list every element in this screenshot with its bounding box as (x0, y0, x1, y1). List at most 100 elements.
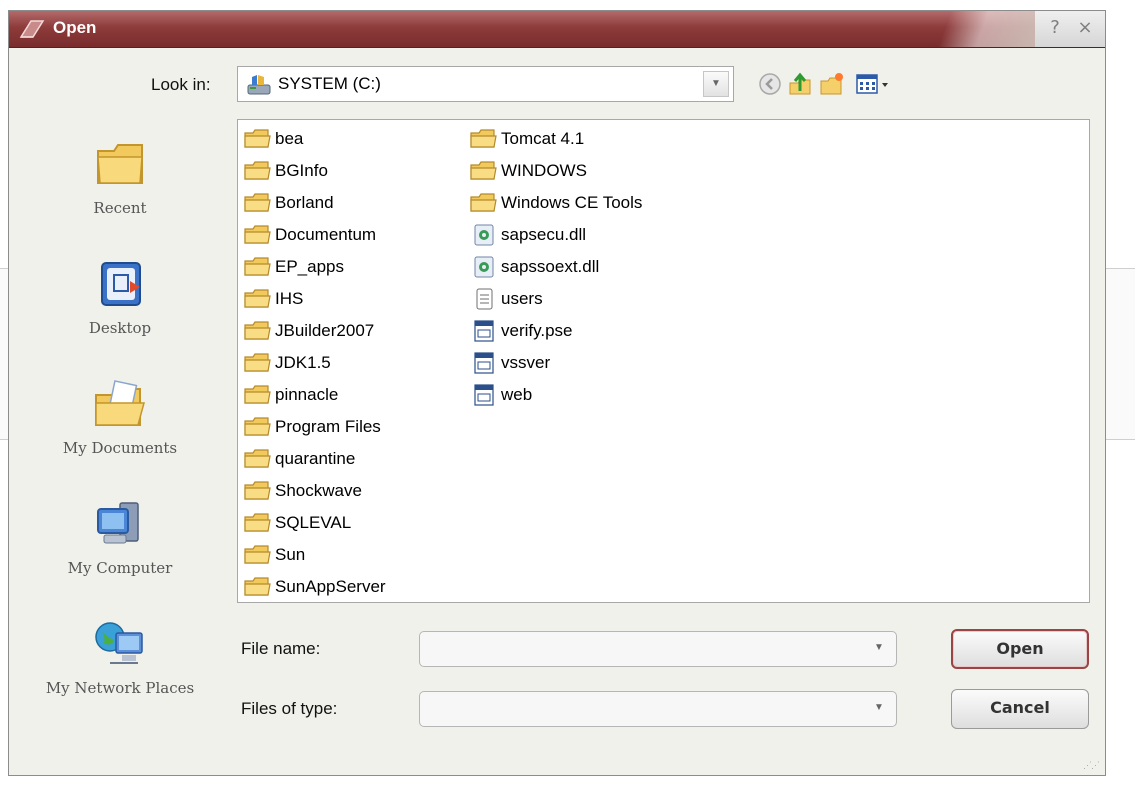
item-label: Borland (275, 193, 334, 212)
item-label: JDK1.5 (275, 353, 331, 372)
folder-item[interactable]: Program Files (244, 414, 381, 440)
app-icon (19, 20, 45, 38)
view-menu-icon[interactable] (855, 71, 893, 97)
dropdown-arrow-icon[interactable]: ▼ (866, 696, 892, 722)
folder-item[interactable]: Borland (244, 190, 334, 216)
desktop-icon (101, 262, 141, 306)
folder-item[interactable]: IHS (244, 286, 303, 312)
new-folder-icon[interactable] (819, 71, 845, 97)
place-recent[interactable]: Recent (25, 137, 215, 219)
item-label: sapssoext.dll (501, 257, 600, 276)
title-bar[interactable]: Open ? × (9, 11, 1105, 48)
folder-icon (470, 161, 497, 180)
file-item[interactable]: vssver (470, 350, 550, 376)
folder-item[interactable]: quarantine (244, 446, 355, 472)
folder-item[interactable]: JDK1.5 (244, 350, 331, 376)
close-button[interactable]: × (1075, 18, 1095, 38)
item-label: JBuilder2007 (275, 321, 375, 340)
drive-icon (247, 75, 271, 95)
item-label: vssver (501, 353, 551, 372)
file-item[interactable]: web (470, 382, 532, 408)
dll-file-icon (474, 256, 494, 278)
file-name-label: File name: (241, 639, 321, 658)
folder-icon (244, 353, 271, 372)
place-my-computer[interactable]: My Computer (25, 497, 215, 579)
cancel-button[interactable]: Cancel (951, 689, 1089, 729)
folder-icon (244, 193, 271, 212)
item-label: Sun (275, 545, 306, 564)
my-computer-icon (97, 502, 139, 544)
folder-item[interactable]: Windows CE Tools (470, 190, 642, 216)
item-label: Documentum (275, 225, 377, 244)
up-folder-icon[interactable] (787, 71, 813, 97)
item-label: sapsecu.dll (501, 225, 587, 244)
files-of-type-field[interactable]: ▼ (419, 691, 897, 727)
folder-item[interactable]: Documentum (244, 222, 376, 248)
folder-icon (244, 481, 271, 500)
window-title: Open (53, 18, 97, 37)
item-label: Windows CE Tools (501, 193, 643, 212)
file-item[interactable]: sapsecu.dll (470, 222, 586, 248)
folder-icon (244, 417, 271, 436)
file-item[interactable]: verify.pse (470, 318, 573, 344)
resize-grip-icon[interactable]: ⋰⋰ (1083, 760, 1100, 771)
place-desktop[interactable]: Desktop (25, 257, 215, 339)
folder-item[interactable]: bea (244, 126, 303, 152)
item-label: SunAppServer (275, 577, 386, 596)
folder-icon (470, 193, 497, 212)
folder-icon (244, 449, 271, 468)
look-in-label: Look in: (151, 75, 211, 94)
file-item[interactable]: users (470, 286, 543, 312)
my-documents-icon (95, 380, 145, 426)
folder-item[interactable]: SQLEVAL (244, 510, 351, 536)
files-of-type-label: Files of type: (241, 699, 338, 718)
file-name-field[interactable]: ▼ (419, 631, 897, 667)
item-label: pinnacle (275, 385, 339, 404)
application-file-icon (474, 320, 494, 342)
folder-item[interactable]: WINDOWS (470, 158, 587, 184)
recent-folder-icon (97, 144, 143, 184)
item-label: WINDOWS (501, 161, 587, 180)
help-button[interactable]: ? (1045, 18, 1065, 38)
place-my-documents[interactable]: My Documents (25, 377, 215, 459)
folder-icon (244, 577, 271, 596)
folder-icon (244, 545, 271, 564)
file-item[interactable]: sapssoext.dll (470, 254, 599, 280)
item-label: users (501, 289, 543, 308)
folder-item[interactable]: Sun (244, 542, 305, 568)
folder-icon (244, 513, 271, 532)
folder-icon (244, 321, 271, 340)
dropdown-arrow-icon[interactable]: ▼ (866, 636, 892, 662)
item-label: SQLEVAL (275, 513, 352, 532)
folder-item[interactable]: SunAppServer (244, 574, 386, 600)
dll-file-icon (474, 224, 494, 246)
folder-icon (244, 289, 271, 308)
file-name-input[interactable] (428, 638, 852, 662)
folder-item[interactable]: JBuilder2007 (244, 318, 374, 344)
folder-item[interactable]: pinnacle (244, 382, 338, 408)
look-in-combo[interactable]: SYSTEM (C:) ▼ (237, 66, 734, 102)
folder-item[interactable]: BGInfo (244, 158, 328, 184)
item-label: BGInfo (275, 161, 328, 180)
folder-icon (244, 129, 271, 148)
back-icon[interactable] (757, 71, 783, 97)
open-button[interactable]: Open (951, 629, 1089, 669)
folder-icon (244, 385, 271, 404)
places-bar: Recent Desktop My Documents My Computer … (25, 119, 215, 754)
network-places-icon (95, 622, 143, 664)
folder-item[interactable]: Tomcat 4.1 (470, 126, 584, 152)
open-dialog: Open ? × Look in: SYSTEM (C:) ▼ Recent D… (8, 10, 1106, 776)
folder-icon (244, 225, 271, 244)
folder-item[interactable]: Shockwave (244, 478, 362, 504)
application-file-icon (474, 352, 494, 374)
item-label: bea (275, 129, 304, 148)
file-list[interactable]: bea BGInfo Borland Documentum EP_apps IHS JBui… (237, 119, 1090, 603)
dropdown-arrow-icon[interactable]: ▼ (703, 71, 729, 97)
place-my-network-places[interactable]: My Network Places (25, 617, 215, 699)
folder-icon (244, 161, 271, 180)
text-file-icon (476, 288, 493, 310)
folder-item[interactable]: EP_apps (244, 254, 344, 280)
application-file-icon (474, 384, 494, 406)
item-label: IHS (275, 289, 304, 308)
item-label: Tomcat 4.1 (501, 129, 585, 148)
